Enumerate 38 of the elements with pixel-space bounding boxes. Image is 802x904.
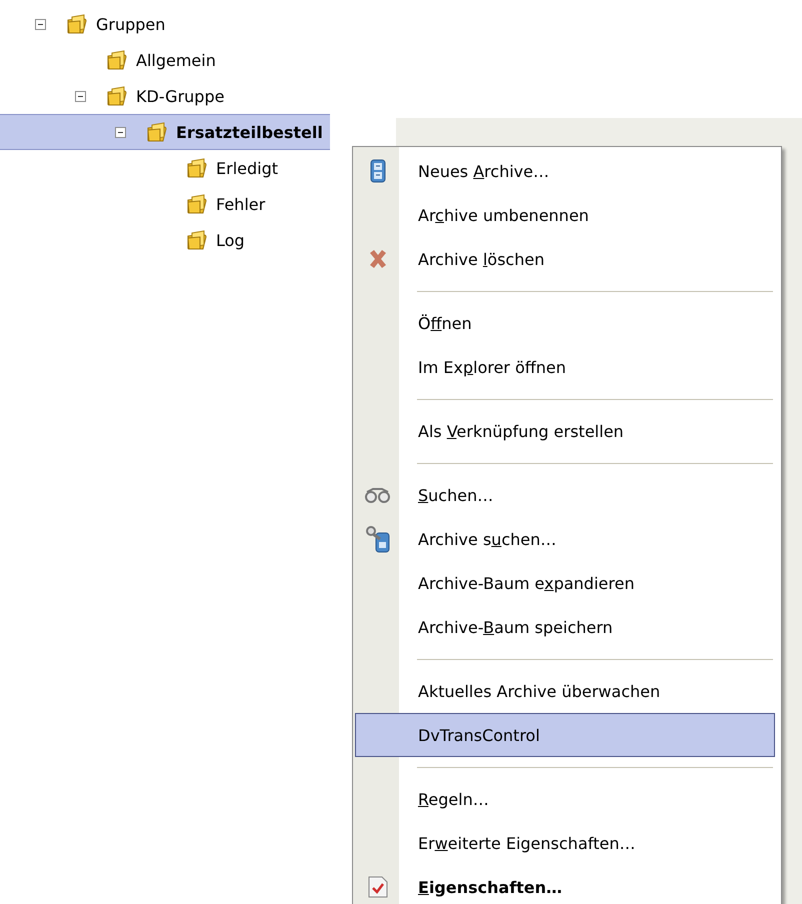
file-cabinet-icon [370, 159, 386, 183]
collapse-icon[interactable] [75, 90, 86, 102]
tree-item-label[interactable]: Fehler [216, 194, 266, 214]
tree-item-label[interactable]: Erledigt [216, 158, 278, 178]
folder-icon [66, 14, 88, 34]
menu-item[interactable]: Archive umbenennen [355, 193, 775, 237]
collapse-icon[interactable] [115, 126, 126, 138]
menu-item[interactable]: Archive-Baum speichern [355, 605, 775, 649]
menu-item[interactable]: Aktuelles Archive überwachen [355, 669, 775, 713]
folder-icon [186, 158, 208, 178]
menu-item[interactable]: Im Explorer öffnen [355, 345, 775, 389]
menu-item[interactable]: Regeln… [355, 777, 775, 821]
folder-icon [106, 86, 128, 106]
menu-item[interactable]: Archive suchen… [355, 517, 775, 561]
collapse-icon[interactable] [35, 18, 46, 30]
menu-item[interactable]: Öffnen [355, 301, 775, 345]
folder-icon [186, 230, 208, 250]
menu-item[interactable]: Archive-Baum expandieren [355, 561, 775, 605]
binoculars-icon [363, 487, 393, 503]
delete-icon [367, 248, 389, 270]
menu-item[interactable]: Suchen… [355, 473, 775, 517]
selected-tree-row[interactable]: Ersatzteilbestell [0, 114, 330, 150]
tree-item-label[interactable]: Allgemein [136, 50, 216, 70]
menu-item[interactable]: Als Verknüpfung erstellen [355, 409, 775, 453]
folder-icon [146, 122, 168, 142]
tree-item-label[interactable]: Ersatzteilbestell [176, 122, 323, 142]
archive-search-icon [364, 525, 392, 553]
properties-icon [368, 876, 388, 898]
menu-item[interactable]: Erweiterte Eigenschaften… [355, 821, 775, 865]
tree-item-label[interactable]: KD-Gruppe [136, 86, 224, 106]
folder-icon [106, 50, 128, 70]
menu-item[interactable]: DvTransControl [355, 713, 775, 757]
menu-item[interactable]: Neues Archive… [355, 149, 775, 193]
menu-item[interactable]: Eigenschaften… [355, 865, 775, 904]
folder-icon [186, 194, 208, 214]
tree-item-label[interactable]: Log [216, 230, 245, 250]
menu-item[interactable]: Archive löschen [355, 237, 775, 281]
tree-item-label[interactable]: Gruppen [96, 14, 166, 34]
